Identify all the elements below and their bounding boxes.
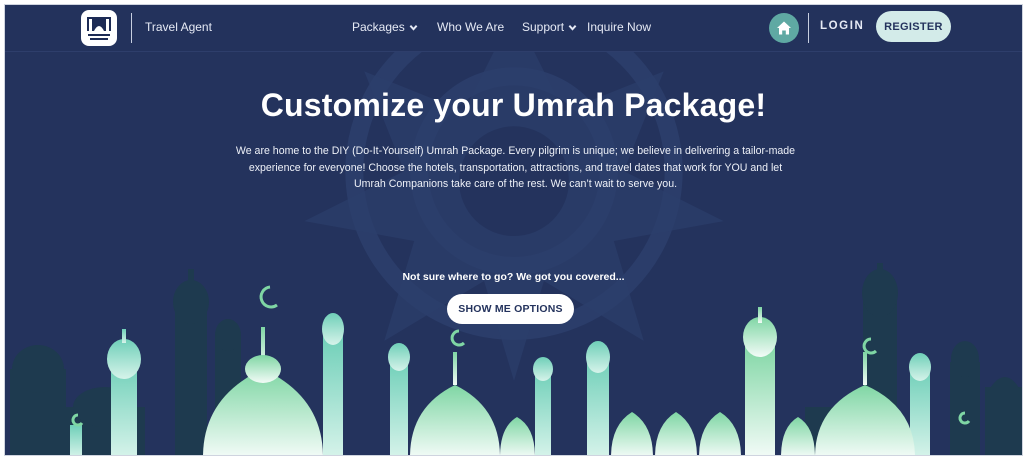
hero-description-line: Umrah Companions take care of the rest. … xyxy=(353,178,678,190)
register-button[interactable]: REGISTER xyxy=(876,11,951,42)
top-navbar: Travel Agent Packages Who We Are Support… xyxy=(5,5,1022,52)
nav-inquire-now[interactable]: Inquire Now xyxy=(587,20,651,34)
page-frame: Travel Agent Packages Who We Are Support… xyxy=(4,4,1023,456)
nav-support[interactable]: Support xyxy=(522,20,577,34)
chevron-down-icon xyxy=(409,24,418,31)
mosque-skyline-illustration xyxy=(10,263,1022,455)
hero-description-line: experience for everyone! Choose the hote… xyxy=(248,161,783,174)
home-icon xyxy=(777,21,791,35)
brand-label: Travel Agent xyxy=(145,20,212,34)
login-link[interactable]: LOGIN xyxy=(820,20,864,32)
cover-text: Not sure where to go? We got you covered… xyxy=(402,271,625,283)
brand-divider xyxy=(131,13,132,43)
nav-who-we-are-label: Who We Are xyxy=(437,20,505,34)
company-logo[interactable] xyxy=(81,10,117,46)
nav-packages[interactable]: Packages xyxy=(352,20,418,34)
hero-description: We are home to the DIY (Do-It-Yourself) … xyxy=(213,143,818,193)
nav-inquire-now-label: Inquire Now xyxy=(587,20,652,34)
chevron-down-icon xyxy=(568,24,577,31)
home-button[interactable] xyxy=(769,13,799,43)
logo-mosque-icon xyxy=(87,17,111,40)
nav-who-we-are[interactable]: Who We Are xyxy=(437,20,504,34)
nav-packages-label: Packages xyxy=(352,20,405,34)
nav-support-label: Support xyxy=(522,20,565,34)
hero-description-line: We are home to the DIY (Do-It-Yourself) … xyxy=(235,145,796,157)
auth-divider xyxy=(808,13,809,43)
hero-title: Customize your Umrah Package! xyxy=(260,87,767,123)
show-me-options-button[interactable]: SHOW ME OPTIONS xyxy=(447,294,574,324)
